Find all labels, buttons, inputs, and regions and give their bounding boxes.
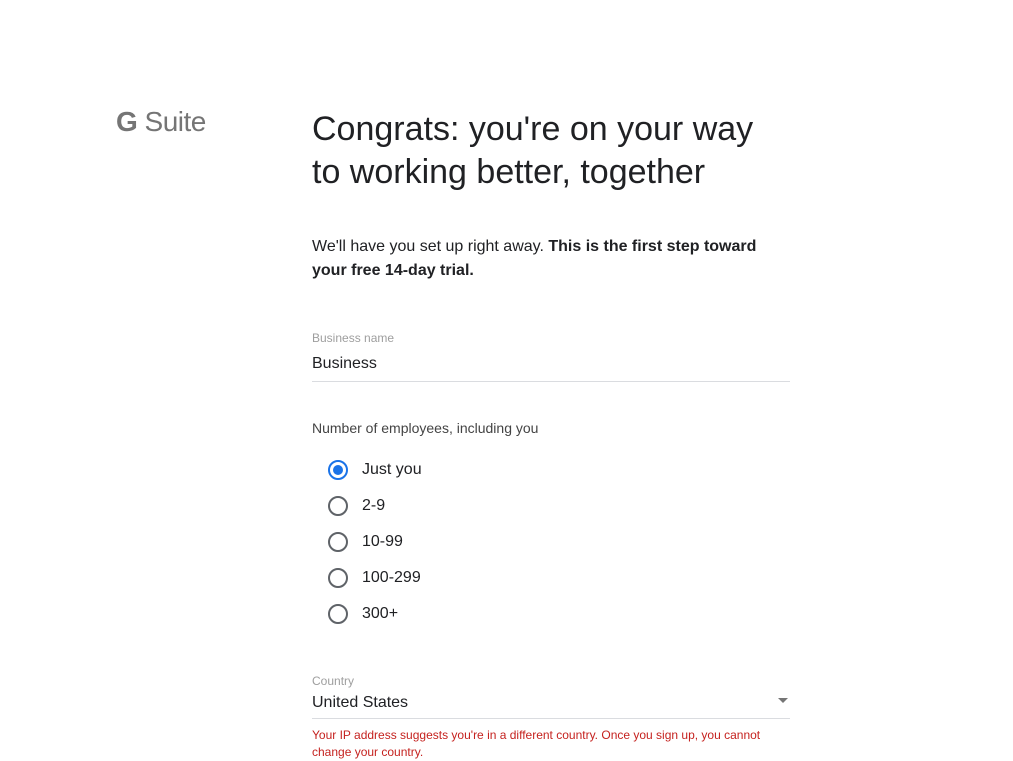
radio-icon — [328, 496, 348, 516]
business-name-label: Business name — [312, 331, 790, 345]
logo-g: G — [116, 106, 137, 137]
radio-300-plus[interactable]: 300+ — [328, 604, 790, 624]
gsuite-logo: G Suite — [116, 108, 312, 136]
radio-label: Just you — [362, 461, 422, 479]
country-select[interactable]: United States — [312, 694, 790, 719]
radio-100-299[interactable]: 100-299 — [328, 568, 790, 588]
employees-label: Number of employees, including you — [312, 420, 790, 436]
country-value: United States — [312, 694, 790, 712]
business-name-input[interactable] — [312, 351, 790, 382]
page-title: Congrats: you're on your way to working … — [312, 108, 790, 193]
intro-plain: We'll have you set up right away. — [312, 238, 548, 255]
chevron-down-icon — [778, 698, 788, 703]
intro-text: We'll have you set up right away. This i… — [312, 235, 790, 283]
radio-label: 10-99 — [362, 533, 403, 551]
radio-just-you[interactable]: Just you — [328, 460, 790, 480]
radio-2-9[interactable]: 2-9 — [328, 496, 790, 516]
employees-radio-group: Just you 2-9 10-99 100-299 300+ — [312, 460, 790, 624]
radio-10-99[interactable]: 10-99 — [328, 532, 790, 552]
radio-label: 2-9 — [362, 497, 385, 515]
country-label: Country — [312, 674, 790, 688]
radio-icon — [328, 604, 348, 624]
business-name-field: Business name — [312, 331, 790, 382]
radio-label: 100-299 — [362, 569, 421, 587]
logo-suite: Suite — [137, 106, 206, 137]
radio-icon — [328, 532, 348, 552]
radio-label: 300+ — [362, 605, 398, 623]
radio-icon — [328, 568, 348, 588]
radio-icon — [328, 460, 348, 480]
